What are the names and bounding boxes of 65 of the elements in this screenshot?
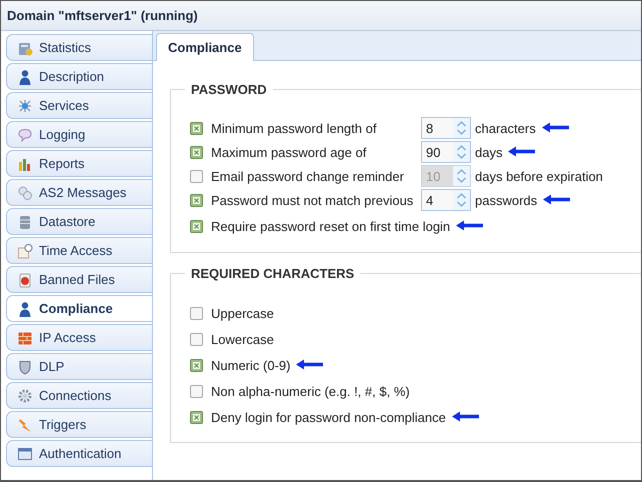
compliance-tab[interactable]: Compliance xyxy=(156,33,254,61)
x-mark-icon xyxy=(193,124,200,132)
sidebar-item[interactable]: Banned Files xyxy=(6,266,152,293)
checkbox[interactable] xyxy=(190,410,203,424)
sidebar-item[interactable]: Description xyxy=(6,63,152,90)
option-label: Lowercase xyxy=(211,332,274,346)
x-mark-icon xyxy=(193,414,200,420)
sidebar-item[interactable]: Authentication xyxy=(6,440,152,467)
option-label: Numeric (0-9) xyxy=(211,358,290,372)
unit-label: passwords xyxy=(475,192,538,208)
option-label: Email password change reminder xyxy=(211,168,404,184)
sidebar-item[interactable]: Compliance xyxy=(6,295,152,322)
sidebar-item[interactable]: IP Access xyxy=(6,324,152,351)
database-icon xyxy=(17,214,33,230)
up-down-arrows-icon xyxy=(456,192,467,208)
checkbox[interactable] xyxy=(190,332,203,346)
number-spinner[interactable]: 4 xyxy=(421,189,471,211)
sidebar-item[interactable]: Logging xyxy=(6,121,152,148)
option-label: Uppercase xyxy=(211,306,274,320)
sidebar-item[interactable]: DLP xyxy=(6,353,152,380)
up-down-arrows-icon xyxy=(456,168,467,184)
sidebar-item[interactable]: Datastore xyxy=(6,208,152,235)
up-down-arrows-icon xyxy=(456,144,467,160)
speech-bubble-icon xyxy=(17,126,33,142)
section-title: REQUIRED CHARACTERS xyxy=(185,266,360,281)
option-label: Minimum password length of xyxy=(211,120,376,136)
option-label: Non alpha-numeric (e.g. !, #, $, %) xyxy=(211,384,410,398)
sidebar-item[interactable]: Reports xyxy=(6,150,152,177)
sidebar-item[interactable]: Time Access xyxy=(6,237,152,264)
lightning-icon xyxy=(17,416,33,432)
option-label: Password must not match previous xyxy=(211,192,414,208)
sidebar-item[interactable]: Connections xyxy=(6,382,152,409)
option-label: Maximum password age of xyxy=(211,144,366,160)
checkbox[interactable] xyxy=(190,384,203,398)
window-title: Domain "mftserver1" (running) xyxy=(1,1,641,31)
option-label: Deny login for password non-compliance xyxy=(211,410,446,424)
gear-icon xyxy=(17,388,33,404)
unit-label: characters xyxy=(475,120,536,136)
x-mark-icon xyxy=(193,222,200,230)
person-icon xyxy=(17,300,33,316)
window-icon xyxy=(17,446,33,462)
checkbox[interactable] xyxy=(190,358,203,372)
person-icon xyxy=(17,68,33,84)
checkbox[interactable] xyxy=(190,306,203,320)
checkbox[interactable] xyxy=(190,220,203,232)
checkbox[interactable] xyxy=(190,194,203,206)
section-title: PASSWORD xyxy=(185,82,273,97)
unit-label: days before expiration xyxy=(475,168,603,184)
sidebar-item[interactable]: Triggers xyxy=(6,411,152,438)
sidebar-item[interactable]: Statistics xyxy=(6,34,152,61)
sidebar-item[interactable]: Services xyxy=(6,92,152,119)
x-mark-icon xyxy=(193,196,200,204)
sidebar-item[interactable]: AS2 Messages xyxy=(6,179,152,206)
x-mark-icon xyxy=(193,148,200,156)
checkbox[interactable] xyxy=(190,146,203,158)
firewall-icon xyxy=(17,330,33,346)
option-label: Require password reset on first time login xyxy=(211,218,450,234)
number-spinner[interactable]: 8 xyxy=(421,117,471,139)
checkbox[interactable] xyxy=(190,122,203,134)
number-spinner[interactable]: 90 xyxy=(421,141,471,163)
x-mark-icon xyxy=(193,362,200,368)
shield-icon xyxy=(17,358,33,374)
up-down-arrows-icon xyxy=(456,120,467,136)
unit-label: days xyxy=(475,144,502,160)
network-icon xyxy=(17,98,33,114)
